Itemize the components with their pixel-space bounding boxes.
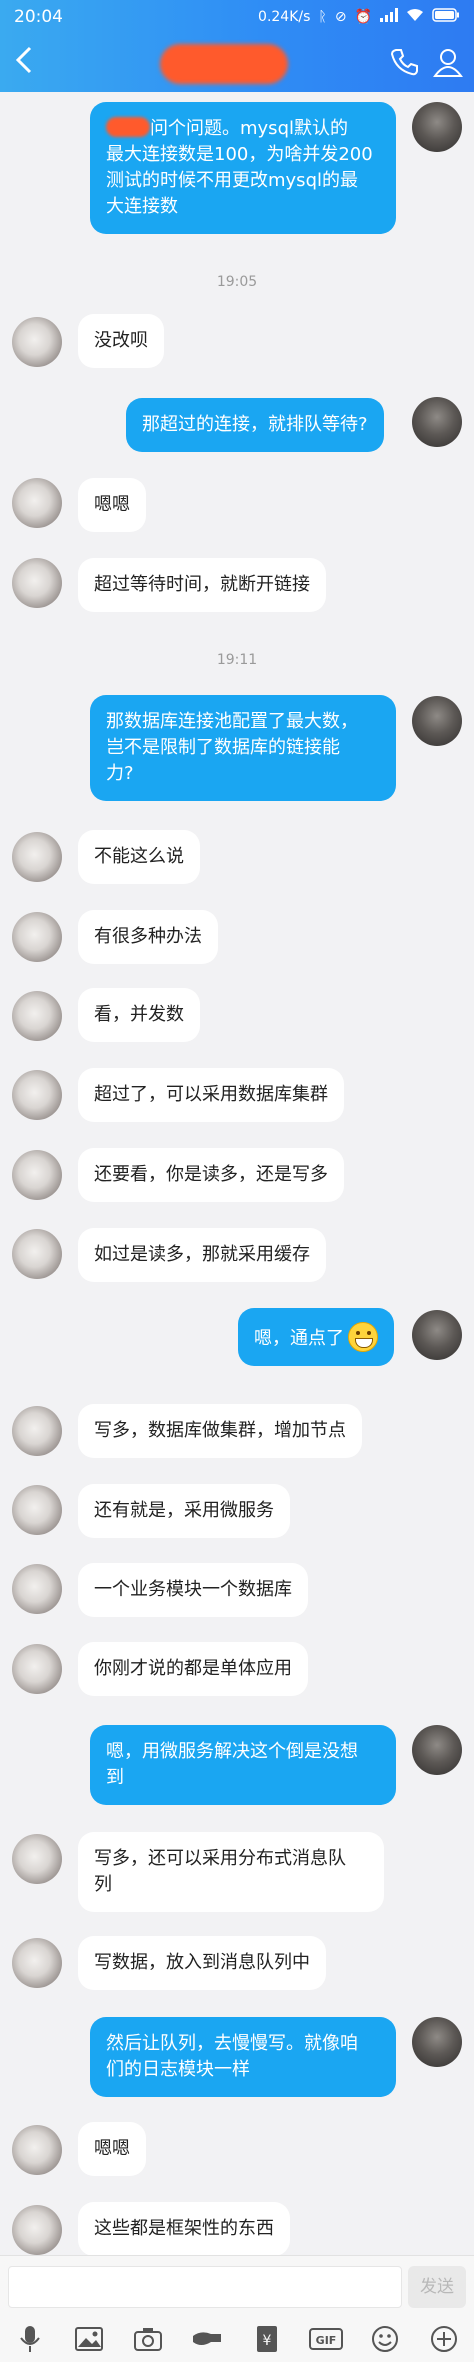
avatar[interactable]	[12, 1938, 62, 1988]
message-bubble: 一个业务模块一个数据库	[78, 1563, 308, 1617]
image-icon[interactable]	[72, 2322, 106, 2356]
avatar[interactable]	[12, 1229, 62, 1279]
avatar[interactable]	[12, 991, 62, 1041]
avatar[interactable]	[12, 2125, 62, 2175]
message-bubble: 这些都是框架性的东西	[78, 2202, 290, 2256]
mute-icon: ⊘	[334, 9, 347, 25]
nav-bar	[0, 34, 474, 92]
avatar[interactable]	[412, 102, 462, 152]
message-bubble: 没改呗	[78, 314, 164, 368]
message-bubble: 超过等待时间，就断开链接	[78, 558, 326, 612]
battery-icon	[432, 8, 460, 26]
back-button[interactable]	[12, 42, 42, 82]
phone-icon[interactable]	[388, 46, 420, 78]
top-header: 20:04 0.24K/s ᚱ ⊘ ⏰	[0, 0, 474, 92]
avatar[interactable]	[12, 478, 62, 528]
message-bubble: 不能这么说	[78, 830, 200, 884]
message-bubble: 写多，数据库做集群，增加节点	[78, 1404, 362, 1458]
message-bubble: 你刚才说的都是单体应用	[78, 1642, 308, 1696]
message-bubble: 写多，还可以采用分布式消息队 列	[78, 1832, 384, 1912]
avatar[interactable]	[412, 1725, 462, 1775]
message-bubble: 嗯嗯	[78, 2122, 146, 2176]
avatar[interactable]	[12, 1485, 62, 1535]
timestamp: 19:05	[216, 274, 258, 290]
message-bubble: 写数据，放入到消息队列中	[78, 1936, 326, 1990]
send-button[interactable]: 发送	[408, 2266, 466, 2308]
avatar[interactable]	[412, 1310, 462, 1360]
avatar[interactable]	[12, 832, 62, 882]
message-bubble: 嗯，用微服务解决这个倒是没想 到	[90, 1725, 396, 1805]
avatar[interactable]	[12, 1070, 62, 1120]
emoji-icon[interactable]	[368, 2322, 402, 2356]
message-input[interactable]	[8, 2266, 402, 2308]
red-packet-icon[interactable]: ¥	[250, 2322, 284, 2356]
message-bubble: 然后让队列，去慢慢写。就像咱 们的日志模块一样	[90, 2017, 396, 2097]
wifi-icon	[406, 8, 424, 26]
chat-area: 问个问题。mysql默认的 最大连接数是100，为啥并发200 测试的时候不用更…	[0, 92, 474, 2256]
message-bubble: 那超过的连接，就排队等待?	[126, 398, 384, 452]
profile-icon[interactable]	[432, 46, 464, 78]
message-bubble: 嗯嗯	[78, 478, 146, 532]
message-bubble: 超过了，可以采用数据库集群	[78, 1068, 344, 1122]
avatar[interactable]	[12, 1644, 62, 1694]
grinning-emoji-icon	[348, 1322, 378, 1352]
message-bubble: 还有就是，采用微服务	[78, 1484, 290, 1538]
message-bubble: 看，并发数	[78, 988, 200, 1042]
message-bubble: 如过是读多，那就采用缓存	[78, 1228, 326, 1282]
message-bubble: 还要看，你是读多，还是写多	[78, 1148, 344, 1202]
avatar[interactable]	[12, 1406, 62, 1456]
gif-icon[interactable]: GIF	[308, 2322, 343, 2356]
network-speed: 0.24K/s	[258, 9, 311, 25]
message-bubble: 那数据库连接池配置了最大数， 岂不是限制了数据库的链接能 力?	[90, 695, 396, 801]
redacted-name	[106, 117, 150, 137]
svg-text:¥: ¥	[262, 2333, 271, 2349]
input-toolbar: ¥ GIF	[0, 2316, 474, 2362]
status-indicators: 0.24K/s ᚱ ⊘ ⏰	[258, 8, 460, 26]
avatar[interactable]	[12, 1150, 62, 1200]
avatar[interactable]	[12, 1834, 62, 1884]
avatar[interactable]	[12, 912, 62, 962]
svg-text:GIF: GIF	[316, 2334, 337, 2347]
avatar[interactable]	[412, 696, 462, 746]
microphone-icon[interactable]	[13, 2322, 47, 2356]
alarm-icon: ⏰	[354, 9, 372, 25]
hongbao-icon[interactable]	[190, 2322, 224, 2356]
avatar[interactable]	[12, 2205, 62, 2255]
avatar[interactable]	[12, 558, 62, 608]
redacted-contact-name	[160, 44, 288, 84]
status-time: 20:04	[14, 7, 63, 27]
avatar[interactable]	[12, 1564, 62, 1614]
plus-icon[interactable]	[427, 2322, 461, 2356]
avatar[interactable]	[12, 317, 62, 367]
input-bar: 发送 ¥ GIF	[0, 2255, 474, 2362]
chevron-left-icon	[15, 46, 32, 74]
signal-icon	[380, 8, 398, 26]
message-bubble: 有很多种办法	[78, 910, 218, 964]
status-bar: 20:04 0.24K/s ᚱ ⊘ ⏰	[0, 0, 474, 34]
timestamp: 19:11	[216, 652, 258, 668]
camera-icon[interactable]	[131, 2322, 165, 2356]
avatar[interactable]	[412, 2017, 462, 2067]
message-bubble: 嗯，通点了	[238, 1308, 394, 1366]
bluetooth-icon: ᚱ	[318, 9, 327, 25]
avatar[interactable]	[412, 397, 462, 447]
message-bubble: 问个问题。mysql默认的 最大连接数是100，为啥并发200 测试的时候不用更…	[90, 102, 396, 234]
